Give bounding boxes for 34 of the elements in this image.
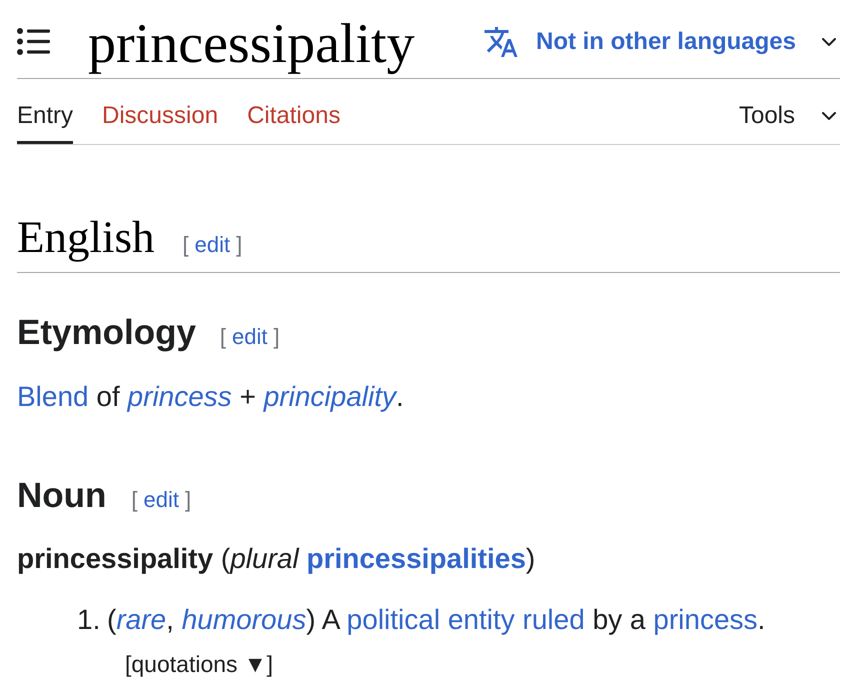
etymology-text: Blend of princess + principality. xyxy=(17,380,405,414)
word-link[interactable]: princess xyxy=(128,381,232,412)
edit-link[interactable]: edit xyxy=(194,232,230,258)
word-link[interactable]: political entity ruled xyxy=(346,604,585,635)
page-title: princessipality xyxy=(88,16,415,72)
tab[interactable]: Discussion xyxy=(102,102,218,144)
chevron-down-icon xyxy=(822,38,836,46)
word-link[interactable]: principality xyxy=(264,381,396,412)
tab[interactable]: Entry xyxy=(17,102,74,144)
section-heading: Noun xyxy=(17,475,106,517)
sense-number: 1. xyxy=(77,603,102,637)
tab[interactable]: Citations xyxy=(247,102,340,144)
language-heading: English xyxy=(17,211,155,264)
headword-line: princessipality (plural princessipalities) xyxy=(17,542,536,576)
word-link[interactable]: rare xyxy=(116,604,166,635)
edit-link[interactable]: edit xyxy=(144,487,180,513)
section-heading: Etymology xyxy=(17,312,196,354)
edit-bracket: [ xyxy=(182,232,189,258)
word-link[interactable]: princess xyxy=(653,604,758,635)
definition-text: (rare, humorous) A political entity ruled by a princess. xyxy=(107,603,766,637)
tools-menu-button[interactable]: Tools xyxy=(738,102,840,144)
edit-bracket: [ xyxy=(220,324,226,350)
menu-icon[interactable] xyxy=(17,28,50,55)
chevron-down-icon xyxy=(822,112,836,120)
word-link[interactable]: humorous xyxy=(182,604,306,635)
edit-link[interactable]: edit xyxy=(232,324,268,350)
quotations-toggle[interactable]: [quotations ▼] xyxy=(125,649,274,679)
plural-form-link[interactable]: princessipalities xyxy=(306,543,526,574)
language-button[interactable]: Not in other languages xyxy=(482,24,840,60)
edit-bracket: [ xyxy=(131,487,138,513)
edit-bracket: ] xyxy=(274,324,280,350)
word-link[interactable]: Blend xyxy=(17,381,89,412)
edit-bracket: ] xyxy=(236,232,242,258)
edit-bracket: ] xyxy=(185,487,192,513)
